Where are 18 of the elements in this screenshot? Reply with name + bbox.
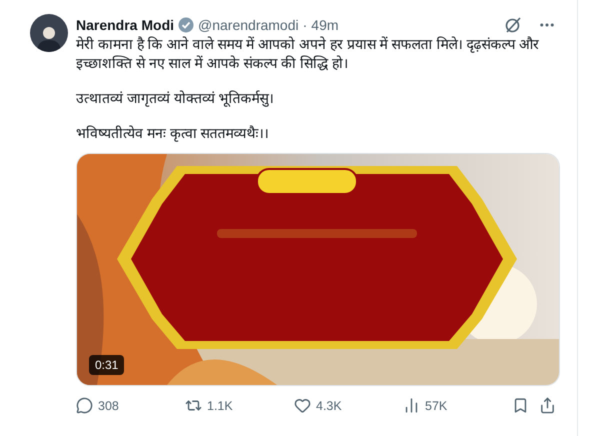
post-text: उत्थातव्यं जागृतव्यं योक्तव्यं भूतिकर्मसु।: [76, 89, 275, 108]
video-duration: 0:31: [89, 355, 124, 375]
heart-icon: [294, 397, 311, 414]
bar-chart-icon: [403, 397, 420, 414]
avatar[interactable]: [30, 14, 68, 52]
author-name[interactable]: Narendra Modi: [76, 17, 174, 33]
reply-button[interactable]: 308: [76, 397, 185, 414]
post-time[interactable]: 49m: [311, 17, 339, 33]
views-button[interactable]: 57K: [403, 397, 512, 414]
post-text: भविष्यतीत्येव मनः कृत्वा सततमव्यथैः।।: [76, 124, 270, 143]
speech-bubble-icon: [76, 397, 93, 414]
repost-button[interactable]: 1.1K: [185, 397, 294, 414]
separator: ·: [302, 17, 308, 33]
share-icon[interactable]: [539, 397, 556, 414]
author-handle[interactable]: @narendramodi: [198, 17, 299, 33]
like-button[interactable]: 4.3K: [294, 397, 403, 414]
post-text: मेरी कामना है कि आने वाले समय में आपको अपने हर प्रयास में सफलता मिले। दृढ़संकल्प और इच्छाशक्ति से नए साल में आपके संकल्प की सिद्धि हो।: [76, 35, 540, 73]
bookmark-icon[interactable]: [512, 397, 529, 414]
